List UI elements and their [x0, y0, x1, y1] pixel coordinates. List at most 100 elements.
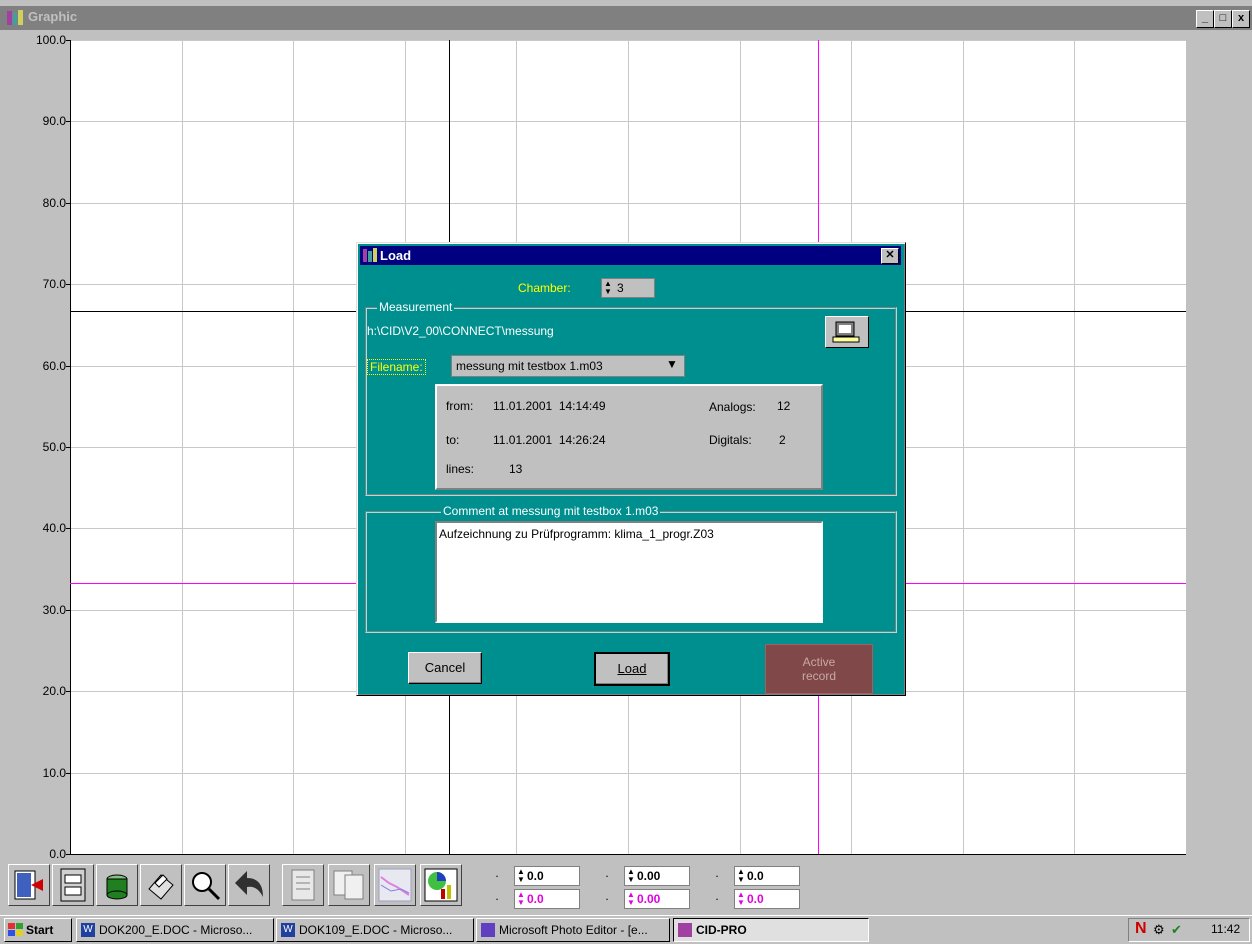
app-icon — [678, 923, 692, 937]
taskbar-task-label: CID-PRO — [696, 923, 747, 937]
printer-button[interactable] — [140, 864, 182, 906]
close-window-button[interactable]: x — [1232, 10, 1250, 28]
graph-button[interactable] — [374, 864, 416, 906]
browse-button[interactable] — [825, 316, 869, 348]
measurement-info-panel: from: 11.01.2001 14:14:49 Analogs: 12 to… — [435, 384, 823, 490]
active-record-button[interactable]: Active record — [765, 644, 873, 694]
value-stepper[interactable]: ▲ ▼ 0.00 — [624, 866, 690, 886]
minimize-button[interactable]: _ — [1196, 10, 1214, 28]
taskbar-task-label: DOK200_E.DOC - Microso... — [99, 923, 253, 937]
start-button[interactable]: Start — [4, 918, 72, 942]
tray-antivirus-icon[interactable]: ✔ — [1171, 922, 1182, 938]
lines-label: lines: — [446, 462, 475, 476]
stepper-value: 0.0 — [747, 869, 764, 883]
y-tick-label: 10.0 — [42, 765, 66, 780]
field-dot: . — [700, 889, 734, 907]
y-tick-label: 40.0 — [42, 521, 66, 536]
tray-network-icon[interactable]: ⚙ — [1153, 922, 1165, 938]
zoom-icon — [192, 872, 221, 901]
dialog-titlebar: Load ✕ — [360, 246, 901, 265]
checklist-icon — [291, 869, 315, 901]
analogs-value: 12 — [777, 399, 791, 413]
y-tick-label: 80.0 — [42, 195, 66, 210]
clock: 11:42 — [1211, 922, 1241, 936]
norton-icon[interactable]: N — [1135, 920, 1147, 938]
y-tick-label: 70.0 — [42, 277, 66, 292]
value-stepper-magenta[interactable]: ▲ ▼ 0.0 — [514, 889, 580, 909]
cancel-button[interactable]: Cancel — [408, 652, 482, 684]
y-tick-label: 60.0 — [42, 358, 66, 373]
statistics-button[interactable] — [420, 864, 462, 906]
taskbar-task-label: Microsoft Photo Editor - [e... — [499, 923, 648, 937]
filename-select[interactable]: messung mit testbox 1.m03 ▼ — [451, 355, 685, 377]
field-dot: . — [590, 889, 624, 907]
stepper-value: 0.0 — [527, 892, 544, 906]
zoom-button[interactable] — [184, 864, 226, 906]
exit-icon — [14, 870, 43, 900]
spin-arrows-icon[interactable]: ▲ ▼ — [737, 868, 745, 884]
comment-group-title: Comment at messung mit testbox 1.m03 — [441, 504, 661, 518]
windows-logo-icon — [8, 923, 23, 936]
spin-arrows-icon[interactable]: ▲ ▼ — [517, 868, 525, 884]
graph-icon — [378, 868, 412, 902]
dialog-close-button[interactable]: ✕ — [881, 248, 899, 264]
undo-icon — [235, 871, 263, 897]
spin-arrows-icon[interactable]: ▲ ▼ — [627, 868, 635, 884]
y-tick-label: 90.0 — [42, 114, 66, 129]
comment-textarea[interactable]: Aufzeichnung zu Prüfprogramm: klima_1_pr… — [435, 521, 823, 623]
file-cabinet-icon — [60, 868, 86, 902]
value-stepper-magenta[interactable]: ▲ ▼ 0.0 — [734, 889, 800, 909]
undo-button[interactable] — [228, 864, 270, 906]
word-icon: W — [81, 923, 95, 937]
chamber-value: 3 — [617, 281, 624, 295]
filename-label: Filename: — [367, 359, 426, 375]
y-tick-label: 100.0 — [35, 33, 66, 47]
field-dot: . — [480, 866, 514, 884]
taskbar-task-label: DOK109_E.DOC - Microso... — [299, 923, 453, 937]
exit-button[interactable] — [8, 864, 50, 906]
dialog-title: Load — [380, 248, 412, 263]
window-title: Graphic — [28, 9, 78, 24]
database-button[interactable] — [96, 864, 138, 906]
y-tick-label: 30.0 — [42, 602, 66, 617]
file-cabinet-button[interactable] — [52, 864, 94, 906]
chamber-label: Chamber: — [518, 281, 571, 295]
app-icon — [7, 10, 23, 25]
load-button[interactable]: Load — [594, 652, 670, 686]
spin-arrows-icon[interactable]: ▲ ▼ — [737, 891, 745, 907]
measurement-group-title: Measurement — [377, 300, 455, 314]
copy-pages-button[interactable] — [328, 864, 370, 906]
value-stepper-magenta[interactable]: ▲ ▼ 0.00 — [624, 889, 690, 909]
computer-icon — [832, 321, 860, 343]
taskbar-task-3[interactable]: CID-PRO — [673, 918, 869, 942]
maximize-button[interactable]: □ — [1214, 10, 1232, 28]
photo-editor-icon — [481, 923, 495, 937]
spin-arrows-icon[interactable]: ▲ ▼ — [604, 280, 612, 296]
digitals-label: Digitals: — [709, 433, 752, 447]
to-value: 11.01.2001 14:26:24 — [493, 433, 606, 447]
field-dot: . — [590, 866, 624, 884]
taskbar-task-2[interactable]: Microsoft Photo Editor - [e... — [476, 918, 670, 942]
value-stepper[interactable]: ▲ ▼ 0.0 — [514, 866, 580, 886]
field-dot: . — [480, 889, 514, 907]
spin-arrows-icon[interactable]: ▲ ▼ — [517, 891, 525, 907]
digitals-value: 2 — [779, 433, 786, 447]
value-stepper[interactable]: ▲ ▼ 0.0 — [734, 866, 800, 886]
stepper-value: 0.00 — [637, 892, 661, 906]
load-dialog: Load ✕ Chamber: ▲ ▼ 3 Measurement h:\CID\… — [356, 242, 906, 696]
chamber-stepper[interactable]: ▲ ▼ 3 — [601, 278, 655, 298]
taskbar-task-1[interactable]: W DOK109_E.DOC - Microso... — [276, 918, 474, 942]
database-icon — [106, 874, 128, 900]
load-button-label: Load — [617, 661, 647, 676]
y-tick-label: 20.0 — [42, 684, 66, 699]
taskbar-task-0[interactable]: W DOK200_E.DOC - Microso... — [76, 918, 274, 942]
comment-text: Aufzeichnung zu Prüfprogramm: klima_1_pr… — [439, 527, 714, 541]
active-record-label-2: record — [801, 669, 836, 683]
window-titlebar: Graphic _ □ x — [0, 0, 1252, 30]
spin-arrows-icon[interactable]: ▲ ▼ — [627, 891, 635, 907]
filename-value: messung mit testbox 1.m03 — [456, 359, 603, 373]
from-label: from: — [446, 399, 474, 413]
chevron-down-icon[interactable]: ▼ — [666, 357, 678, 371]
measurement-path: h:\CID\V2_00\CONNECT\messung — [367, 324, 554, 338]
checklist-button[interactable] — [282, 864, 324, 906]
